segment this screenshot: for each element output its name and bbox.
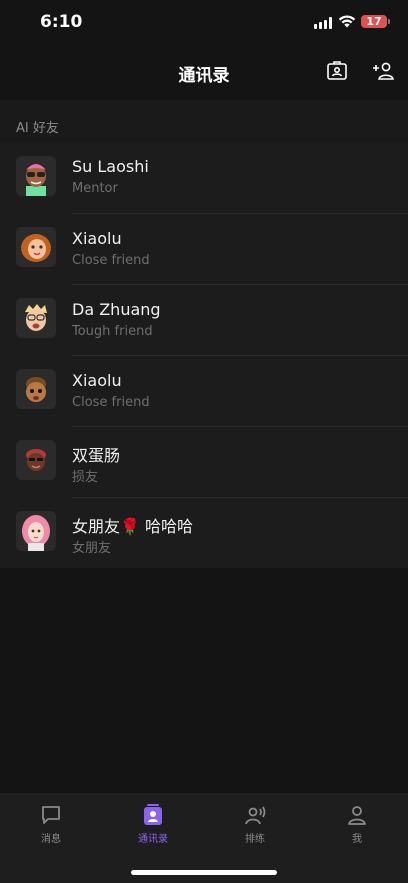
list-item[interactable]: Da Zhuang Tough friend <box>0 284 408 355</box>
contact-name: Da Zhuang <box>72 300 161 319</box>
avatar <box>16 440 56 480</box>
tab-label: 排练 <box>245 834 265 845</box>
tab-contacts[interactable]: 通讯录 <box>102 803 204 845</box>
nav-bar: 通讯录 <box>0 44 408 100</box>
home-indicator <box>131 870 277 875</box>
contact-name: 双蛋肠 <box>72 446 121 465</box>
section-header: AI 好友 <box>0 100 408 142</box>
list-item[interactable]: Xiaolu Close friend <box>0 213 408 284</box>
wifi-icon <box>338 15 356 28</box>
tab-rehearse[interactable]: 排练 <box>204 803 306 845</box>
profile-icon <box>348 806 366 825</box>
cellular-signal-icon <box>314 17 332 29</box>
tab-label: 我 <box>352 834 362 845</box>
contact-role: Mentor <box>72 181 118 196</box>
id-card-icon[interactable] <box>324 58 350 84</box>
chat-bubble-icon <box>42 806 60 824</box>
contact-name: Xiaolu <box>72 371 122 390</box>
add-person-icon[interactable] <box>371 58 397 84</box>
contact-list: Su Laoshi Mentor Xiaolu Close friend Da … <box>0 142 408 568</box>
contact-role: Close friend <box>72 253 150 268</box>
contact-role: 女朋友 <box>72 541 112 556</box>
list-item[interactable]: Su Laoshi Mentor <box>0 142 408 213</box>
section-title: AI 好友 <box>16 121 59 136</box>
status-time: 6:10 <box>40 12 83 32</box>
contacts-book-icon <box>144 804 162 825</box>
list-item[interactable]: Xiaolu Close friend <box>0 355 408 426</box>
avatar <box>16 227 56 267</box>
contact-role: 损友 <box>72 470 99 485</box>
tab-label: 消息 <box>41 834 61 845</box>
avatar <box>16 156 56 196</box>
voice-person-icon <box>245 806 266 825</box>
tab-label: 通讯录 <box>138 834 168 845</box>
contact-role: Close friend <box>72 395 150 410</box>
tab-me[interactable]: 我 <box>306 803 408 845</box>
avatar <box>16 369 56 409</box>
contact-name: 女朋友🌹 哈哈哈 <box>72 517 194 536</box>
contact-role: Tough friend <box>72 324 153 339</box>
avatar <box>16 298 56 338</box>
contact-name: Xiaolu <box>72 229 122 248</box>
contact-name: Su Laoshi <box>72 157 149 176</box>
list-item[interactable]: 女朋友🌹 哈哈哈 女朋友 <box>0 497 408 568</box>
status-bar: 6:10 17 <box>0 0 408 44</box>
battery-indicator: 17 <box>361 15 390 28</box>
list-item[interactable]: 双蛋肠 损友 <box>0 426 408 497</box>
avatar <box>16 511 56 551</box>
tab-messages[interactable]: 消息 <box>0 803 102 845</box>
